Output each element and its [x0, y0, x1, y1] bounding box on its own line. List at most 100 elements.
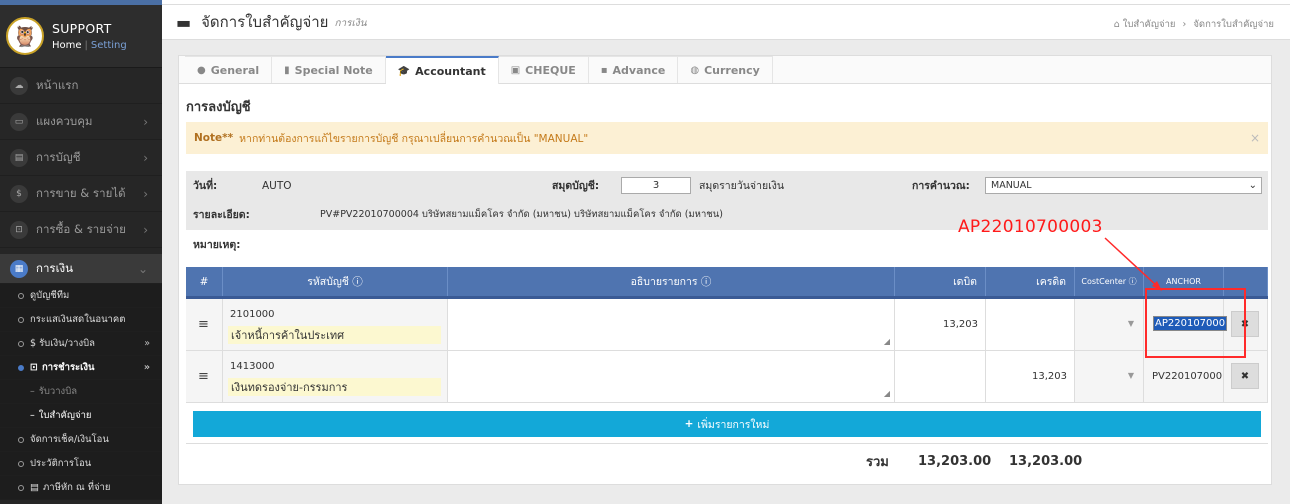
description-textarea[interactable]: ◢ — [448, 351, 894, 402]
document-icon: ▤ — [30, 482, 39, 493]
sidebar-item-accounting[interactable]: ▤ การบัญชี › — [0, 140, 162, 176]
bullet-icon — [18, 460, 24, 467]
sub-item-cashflow[interactable]: กระแสเงินสดในอนาคต — [0, 308, 162, 332]
sub-item-team[interactable]: ดูบัญชีทีม — [0, 284, 162, 308]
col-credit: เครดิต — [986, 267, 1075, 296]
total-row: รวม 13,203.00 13,203.00 — [186, 443, 1268, 479]
book-icon: ▤ — [10, 148, 28, 167]
account-code: 1413000 — [230, 361, 275, 372]
total-credit: 13,203.00 — [1009, 454, 1083, 469]
sidebar-item-home[interactable]: ☁ หน้าแรก — [0, 68, 162, 104]
detail-label: รายละเอียด: — [193, 209, 250, 221]
tab-special-note[interactable]: ▮ Special Note — [272, 56, 386, 83]
chevron-right-icon: › — [143, 114, 148, 129]
monitor-icon: ▭ — [10, 112, 28, 131]
tab-accountant[interactable]: 🎓 Accountant — [385, 56, 499, 84]
bullet-icon — [18, 292, 24, 299]
cost-center-select-caret-icon[interactable]: ▼ — [1128, 371, 1134, 380]
table-row: ≡ 1413000 เงินทดรองจ่าย-กรรมการ ◢ 13,203 … — [186, 351, 1268, 403]
plus-icon: + — [684, 418, 694, 430]
sub-item-payment-voucher[interactable]: – ใบสำคัญจ่าย — [0, 404, 162, 428]
cost-center-select-caret-icon[interactable]: ▼ — [1128, 319, 1134, 328]
tab-general[interactable]: ● General — [185, 56, 273, 83]
chevron-down-icon: ⌄ — [137, 261, 148, 276]
sub-item-transfer-history[interactable]: ประวัติการโอน — [0, 452, 162, 476]
resize-handle-icon[interactable]: ◢ — [884, 337, 890, 346]
col-description: อธิบายรายการ ⓘ — [448, 267, 895, 296]
breadcrumb-current: จัดการใบสำคัญจ่าย — [1193, 19, 1274, 30]
add-row-button[interactable]: + เพิ่มรายการใหม่ — [193, 411, 1261, 437]
sidebar: 🦉 SUPPORT Home | Setting ☁ หน้าแรก ▭ แผงควบค… — [0, 0, 162, 504]
account-name-field[interactable]: เงินทดรองจ่าย-กรรมการ — [228, 378, 441, 396]
calc-label: การคำนวณ: — [912, 180, 970, 192]
dash-icon: – — [30, 386, 35, 397]
breadcrumb-item[interactable]: ใบสำคัญจ่าย — [1123, 19, 1176, 30]
table-row: ≡ 2101000 เจ้าหนี้การค้าในประเทศ ◢ 13,203… — [186, 299, 1268, 351]
sub-item-bill[interactable]: – รับวางบิล — [0, 380, 162, 404]
info-icon: ⓘ — [700, 276, 712, 288]
detail-value: PV#PV22010700004 บริษัทสยามแม็คโคร จำกัด… — [320, 209, 723, 220]
double-chevron-down-icon: » — [143, 362, 150, 373]
total-label: รวม — [866, 455, 889, 470]
home-icon: ⌂ — [1113, 19, 1120, 30]
close-icon[interactable]: × — [1250, 131, 1260, 145]
page-header: ▬ จัดการใบสำคัญจ่าย การเงิน ⌂ ใบสำคัญจ่า… — [162, 5, 1290, 40]
sidebar-item-sales[interactable]: $ การขาย & รายได้ › — [0, 176, 162, 212]
calc-select[interactable]: MANUAL ⌄ — [985, 177, 1262, 194]
account-name-field[interactable]: เจ้าหนี้การค้าในประเทศ — [228, 326, 441, 344]
drag-handle-icon[interactable]: ≡ — [198, 369, 209, 384]
debit-value[interactable]: 13,203 — [943, 319, 978, 330]
description-textarea[interactable]: ◢ — [448, 299, 894, 350]
tab-advance[interactable]: ▪ Advance — [588, 56, 679, 83]
journal-input[interactable]: 3 — [621, 177, 691, 194]
journal-label: สมุดบัญชี: — [552, 180, 600, 192]
dash-icon: – — [30, 410, 35, 421]
cart-icon: ⊡ — [30, 362, 38, 373]
anchor-input[interactable]: PV220107000 — [1152, 371, 1222, 382]
section-title: การลงบัญชี — [186, 100, 251, 115]
credit-value[interactable]: 13,203 — [1032, 371, 1067, 382]
date-value: AUTO — [262, 179, 292, 192]
delete-button[interactable]: ✖ — [1231, 363, 1259, 389]
annotation-highlight-box — [1145, 288, 1246, 358]
graduation-cap-icon: 🎓 — [397, 65, 411, 77]
col-num: # — [186, 267, 223, 296]
brand-title: SUPPORT — [52, 21, 112, 36]
tab-currency[interactable]: ◍ Currency — [678, 56, 773, 83]
col-account: รหัสบัญชี ⓘ — [223, 267, 448, 296]
page-subtitle: การเงิน — [334, 18, 367, 29]
annotation-label: AP22010700003 — [958, 217, 1103, 237]
sidebar-item-purchases[interactable]: ⊡ การซื้อ & รายจ่าย › — [0, 212, 162, 248]
tabs: ● General ▮ Special Note 🎓 Accountant ▣ CHEQ… — [179, 56, 1271, 84]
sidebar-item-dashboard[interactable]: ▭ แผงควบคุม › — [0, 104, 162, 140]
drag-handle-icon[interactable]: ≡ — [198, 317, 209, 332]
file-icon: ▮ — [284, 64, 290, 76]
info-box-icon: ▪ — [600, 64, 608, 76]
cloud-icon: ☁ — [10, 76, 28, 95]
total-debit: 13,203.00 — [918, 454, 992, 469]
sub-item-withholding[interactable]: ▤ ภาษีหัก ณ ที่จ่าย — [0, 476, 162, 500]
home-link[interactable]: Home — [52, 40, 82, 51]
double-chevron-right-icon: » — [144, 338, 150, 349]
calendar-icon: ▦ — [10, 259, 28, 278]
tab-cheque[interactable]: ▣ CHEQUE — [498, 56, 589, 83]
bullet-icon — [18, 340, 24, 347]
sub-item-receive[interactable]: $ รับเงิน/วางบิล» — [0, 332, 162, 356]
sub-item-cheque[interactable]: จัดการเช็ค/เงินโอน — [0, 428, 162, 452]
info-icon: ⓘ — [352, 276, 363, 288]
bullet-icon — [18, 316, 24, 323]
dollar-icon: $ — [10, 184, 28, 203]
bullet-icon — [18, 364, 24, 371]
credit-card-icon: ▬ — [176, 12, 192, 32]
cart-icon: ⊡ — [10, 220, 28, 239]
breadcrumb: ⌂ ใบสำคัญจ่าย › จัดการใบสำคัญจ่าย — [1113, 19, 1274, 30]
brand: 🦉 SUPPORT Home | Setting — [0, 5, 162, 68]
date-label: วันที่: — [193, 180, 218, 192]
journal-name: สมุดรายวันจ่ายเงิน — [699, 180, 785, 192]
sidebar-item-finance[interactable]: ▦ การเงิน ⌄ — [0, 254, 162, 284]
bullet-icon — [18, 436, 24, 443]
sub-item-payment[interactable]: ⊡ การชำระเงิน» — [0, 356, 162, 380]
setting-link[interactable]: Setting — [91, 40, 127, 51]
note-alert: Note** หากท่านต้องการแก้ไขรายการบัญชี กร… — [186, 122, 1268, 154]
resize-handle-icon[interactable]: ◢ — [884, 389, 890, 398]
